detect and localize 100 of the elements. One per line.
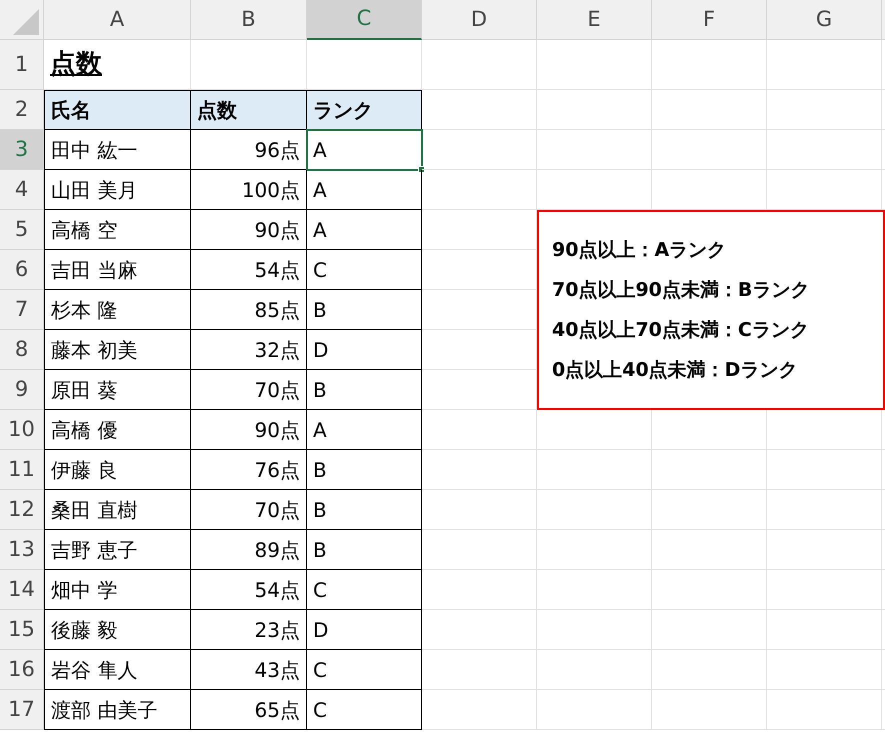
empty-cell[interactable] xyxy=(537,490,652,530)
empty-cell[interactable] xyxy=(767,650,882,690)
empty-cell[interactable] xyxy=(422,530,537,570)
header-cell: 氏名 xyxy=(44,90,191,130)
empty-cell[interactable] xyxy=(537,530,652,570)
column-header[interactable]: G xyxy=(767,0,882,40)
table-cell: 54点 xyxy=(191,570,307,610)
table-cell: 23点 xyxy=(191,610,307,650)
row-header[interactable]: 13 xyxy=(0,530,44,570)
table-cell: 高橋 空 xyxy=(44,210,191,250)
empty-cell[interactable] xyxy=(422,170,537,210)
row-header[interactable]: 9 xyxy=(0,370,44,410)
empty-cell[interactable] xyxy=(422,40,537,90)
empty-cell[interactable] xyxy=(767,530,882,570)
table-cell: B xyxy=(307,530,422,570)
table-cell: 原田 葵 xyxy=(44,370,191,410)
empty-cell[interactable] xyxy=(422,570,537,610)
empty-cell[interactable] xyxy=(767,450,882,490)
row-header[interactable]: 1 xyxy=(0,40,44,90)
table-cell: 65点 xyxy=(191,690,307,730)
empty-cell[interactable] xyxy=(422,490,537,530)
column-header[interactable]: D xyxy=(422,0,537,40)
row-header[interactable]: 4 xyxy=(0,170,44,210)
table-cell: 76点 xyxy=(191,450,307,490)
empty-cell[interactable] xyxy=(422,410,537,450)
empty-cell[interactable] xyxy=(652,530,767,570)
column-header[interactable]: F xyxy=(652,0,767,40)
note-line: 90点以上：Aランク xyxy=(552,238,726,262)
row-header[interactable]: 7 xyxy=(0,290,44,330)
table-cell: 85点 xyxy=(191,290,307,330)
empty-cell[interactable] xyxy=(537,130,652,170)
row-header[interactable]: 14 xyxy=(0,570,44,610)
row-header[interactable]: 17 xyxy=(0,690,44,730)
empty-cell[interactable] xyxy=(767,490,882,530)
table-cell: A xyxy=(307,210,422,250)
empty-cell[interactable] xyxy=(537,90,652,130)
row-header[interactable]: 8 xyxy=(0,330,44,370)
note-line: 40点以上70点未満：Cランク xyxy=(552,318,809,342)
table-cell: 渡部 由美子 xyxy=(44,690,191,730)
table-cell: A xyxy=(307,130,422,170)
table-cell: C xyxy=(307,570,422,610)
empty-cell[interactable] xyxy=(537,40,652,90)
table-cell: 伊藤 良 xyxy=(44,450,191,490)
empty-cell[interactable] xyxy=(537,690,652,730)
table-cell: 96点 xyxy=(191,130,307,170)
table-cell: B xyxy=(307,370,422,410)
empty-cell[interactable] xyxy=(422,610,537,650)
header-cell: 点数 xyxy=(191,90,307,130)
empty-cell[interactable] xyxy=(652,450,767,490)
column-header[interactable]: E xyxy=(537,0,652,40)
empty-cell[interactable] xyxy=(652,490,767,530)
empty-cell[interactable] xyxy=(652,570,767,610)
table-cell: C xyxy=(307,250,422,290)
row-header[interactable]: 3 xyxy=(0,130,44,170)
row-header[interactable]: 5 xyxy=(0,210,44,250)
empty-cell[interactable] xyxy=(652,610,767,650)
table-cell: B xyxy=(307,490,422,530)
column-header[interactable]: C xyxy=(307,0,422,40)
header-cell: ランク xyxy=(307,90,422,130)
empty-cell[interactable] xyxy=(652,90,767,130)
table-cell: D xyxy=(307,330,422,370)
row-header[interactable]: 11 xyxy=(0,450,44,490)
empty-cell[interactable] xyxy=(422,650,537,690)
empty-cell[interactable] xyxy=(767,130,882,170)
empty-cell[interactable] xyxy=(767,610,882,650)
empty-cell[interactable] xyxy=(537,570,652,610)
empty-cell[interactable] xyxy=(652,40,767,90)
empty-cell[interactable] xyxy=(767,690,882,730)
column-header[interactable]: A xyxy=(44,0,191,40)
table-cell: C xyxy=(307,650,422,690)
column-header[interactable]: B xyxy=(191,0,307,40)
table-cell: 岩谷 隼人 xyxy=(44,650,191,690)
empty-cell[interactable] xyxy=(767,90,882,130)
empty-cell[interactable] xyxy=(652,650,767,690)
empty-cell[interactable] xyxy=(422,130,537,170)
empty-cell[interactable] xyxy=(537,610,652,650)
table-cell: A xyxy=(307,410,422,450)
table-cell: 山田 美月 xyxy=(44,170,191,210)
empty-cell[interactable] xyxy=(767,40,882,90)
empty-cell[interactable] xyxy=(537,650,652,690)
table-cell: B xyxy=(307,290,422,330)
table-cell: 高橋 優 xyxy=(44,410,191,450)
note-line: 0点以上40点未満：Dランク xyxy=(552,358,798,382)
table-cell: B xyxy=(307,450,422,490)
empty-cell[interactable] xyxy=(422,690,537,730)
row-header[interactable]: 10 xyxy=(0,410,44,450)
empty-cell[interactable] xyxy=(652,130,767,170)
table-cell: D xyxy=(307,610,422,650)
empty-cell[interactable] xyxy=(652,690,767,730)
row-header[interactable]: 16 xyxy=(0,650,44,690)
empty-cell[interactable] xyxy=(537,450,652,490)
row-header[interactable]: 6 xyxy=(0,250,44,290)
table-cell: 90点 xyxy=(191,410,307,450)
table-cell: 畑中 学 xyxy=(44,570,191,610)
row-header[interactable]: 15 xyxy=(0,610,44,650)
row-header[interactable]: 2 xyxy=(0,90,44,130)
row-header[interactable]: 12 xyxy=(0,490,44,530)
empty-cell[interactable] xyxy=(422,450,537,490)
empty-cell[interactable] xyxy=(767,570,882,610)
select-all-icon[interactable] xyxy=(13,9,39,35)
